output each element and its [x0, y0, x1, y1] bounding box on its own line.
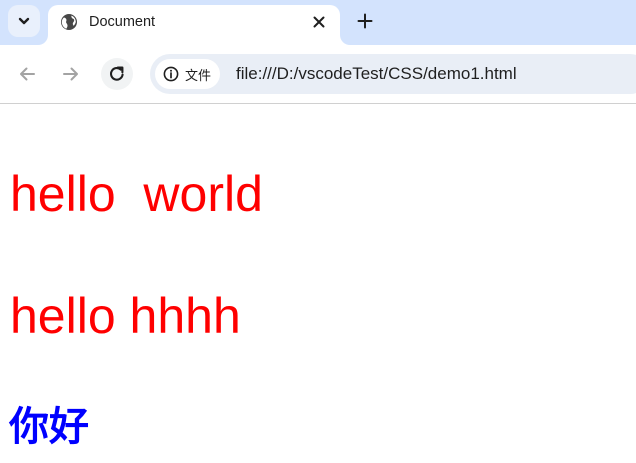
reload-button[interactable] — [101, 58, 133, 90]
info-icon — [163, 66, 179, 82]
hello-hhhh-text: hello hhhh — [10, 288, 241, 344]
hello-world-text: hello world — [10, 166, 263, 222]
tab-document[interactable]: Document — [48, 5, 340, 45]
forward-button[interactable] — [55, 58, 87, 90]
nihao-text: 你好 — [9, 404, 89, 450]
chip-label: 文件 — [185, 68, 212, 84]
browser-toolbar: 文件 file:///D:/vscodeTest/CSS/demo1.html — [0, 45, 636, 104]
chevron-down-icon — [17, 14, 31, 28]
close-icon[interactable] — [308, 11, 330, 33]
plus-icon — [357, 13, 373, 29]
browser-window: Document 文件 file:///D:/vscodeTest/CSS/de… — [0, 0, 636, 463]
arrow-right-icon — [62, 65, 80, 83]
tab-title: Document — [89, 14, 156, 30]
tab-strip: Document — [0, 0, 636, 45]
back-button[interactable] — [11, 58, 43, 90]
arrow-left-icon — [18, 65, 36, 83]
address-bar[interactable]: 文件 file:///D:/vscodeTest/CSS/demo1.html — [150, 54, 636, 94]
reload-icon — [108, 65, 126, 83]
page-content: hello world hello hhhh 你好 — [0, 104, 636, 463]
new-tab-button[interactable] — [352, 8, 378, 34]
globe-icon — [60, 13, 78, 31]
tab-search-button[interactable] — [8, 5, 40, 37]
url-text[interactable]: file:///D:/vscodeTest/CSS/demo1.html — [236, 64, 517, 84]
site-info-chip[interactable]: 文件 — [155, 59, 221, 89]
